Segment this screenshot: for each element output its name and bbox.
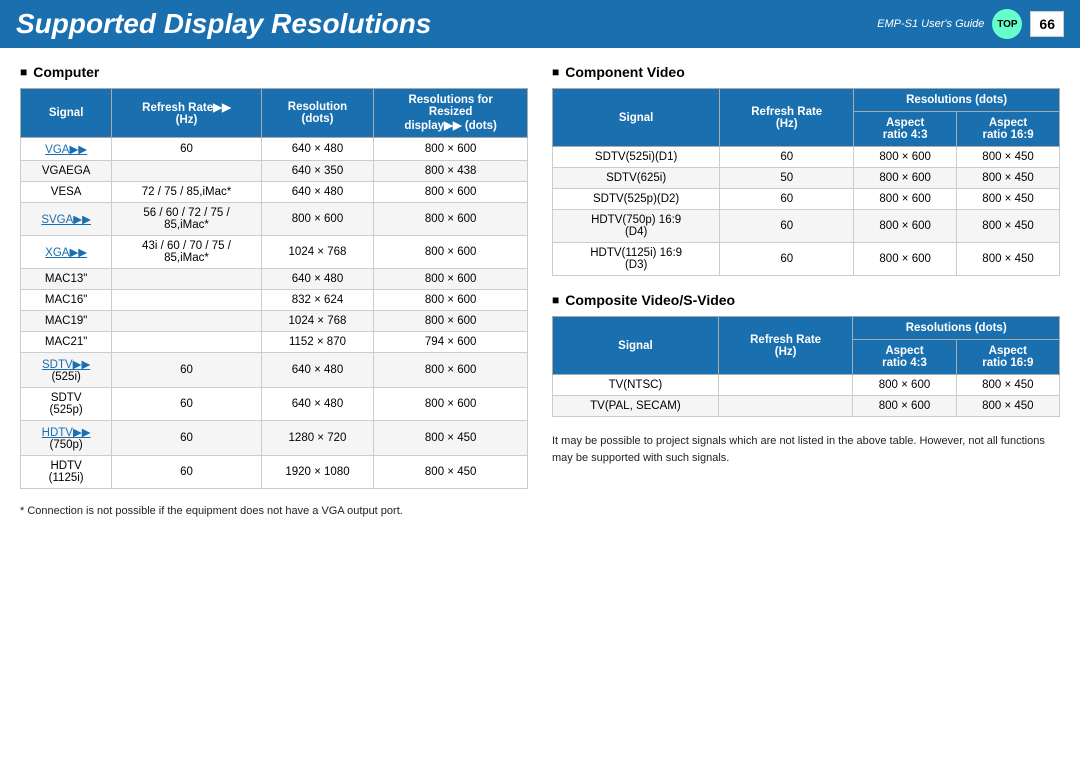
note-text: It may be possible to project signals wh… — [552, 433, 1060, 466]
comp2-col-signal: Signal — [553, 317, 719, 375]
table-row: SDTV(525i)(D1) 60 800 × 600 800 × 450 — [553, 147, 1060, 168]
col-refresh-rate: Refresh Rate▶▶(Hz) — [112, 89, 261, 138]
table-row: TV(NTSC) 800 × 600 800 × 450 — [553, 375, 1060, 396]
comp-col-hz: Refresh Rate(Hz) — [720, 89, 854, 147]
comp2-col-res-dots: Resolutions (dots) — [853, 317, 1060, 340]
sdtv-link[interactable]: SDTV▶▶ — [42, 359, 90, 371]
table-row: MAC16" 832 × 624 800 × 600 — [21, 290, 528, 311]
guide-label: EMP-S1 User's Guide — [877, 18, 984, 30]
table-row: HDTV▶▶(750p) 60 1280 × 720 800 × 450 — [21, 421, 528, 456]
table-row: XGA▶▶ 43i / 60 / 70 / 75 /85,iMac* 1024 … — [21, 236, 528, 269]
footnote: * Connection is not possible if the equi… — [20, 505, 528, 517]
computer-section-title: Computer — [20, 64, 528, 80]
vga-link[interactable]: VGA▶▶ — [45, 144, 87, 156]
component-section-title: Component Video — [552, 64, 1060, 80]
composite-section-title: Composite Video/S-Video — [552, 292, 1060, 308]
hdtv-link[interactable]: HDTV▶▶ — [42, 427, 91, 439]
table-row: SDTV▶▶(525i) 60 640 × 480 800 × 600 — [21, 353, 528, 388]
col-resized: Resolutions forResizeddisplay▶▶ (dots) — [374, 89, 528, 138]
top-badge[interactable]: TOP — [992, 9, 1022, 39]
table-row: SVGA▶▶ 56 / 60 / 72 / 75 /85,iMac* 800 ×… — [21, 203, 528, 236]
table-row: SDTV(525p)(D2) 60 800 × 600 800 × 450 — [553, 189, 1060, 210]
composite-table: Signal Refresh Rate(Hz) Resolutions (dot… — [552, 316, 1060, 417]
table-row: SDTV(525p) 60 640 × 480 800 × 600 — [21, 388, 528, 421]
table-row: TV(PAL, SECAM) 800 × 600 800 × 450 — [553, 396, 1060, 417]
xga-link[interactable]: XGA▶▶ — [45, 247, 87, 259]
table-row: VGA▶▶ 60 640 × 480 800 × 600 — [21, 138, 528, 161]
main-content: Computer Signal Refresh Rate▶▶(Hz) Resol… — [0, 48, 1080, 533]
header-right: EMP-S1 User's Guide TOP 66 — [877, 9, 1064, 39]
computer-table: Signal Refresh Rate▶▶(Hz) Resolution(dot… — [20, 88, 528, 489]
page-header: Supported Display Resolutions EMP-S1 Use… — [0, 0, 1080, 48]
comp2-col-ar43: Aspectratio 4:3 — [853, 340, 956, 375]
right-column: Component Video Signal Refresh Rate(Hz) … — [552, 64, 1060, 517]
component-table: Signal Refresh Rate(Hz) Resolutions (dot… — [552, 88, 1060, 276]
table-row: VGAEGA 640 × 350 800 × 438 — [21, 161, 528, 182]
table-row: HDTV(1125i) 60 1920 × 1080 800 × 450 — [21, 456, 528, 489]
comp-col-ar169: Aspectratio 16:9 — [957, 112, 1060, 147]
table-row: SDTV(625i) 50 800 × 600 800 × 450 — [553, 168, 1060, 189]
table-row: MAC19" 1024 × 768 800 × 600 — [21, 311, 528, 332]
table-row: HDTV(1125i) 16:9(D3) 60 800 × 600 800 × … — [553, 243, 1060, 276]
table-row: HDTV(750p) 16:9(D4) 60 800 × 600 800 × 4… — [553, 210, 1060, 243]
comp-col-signal: Signal — [553, 89, 720, 147]
svga-link[interactable]: SVGA▶▶ — [41, 214, 91, 226]
col-signal: Signal — [21, 89, 112, 138]
comp-col-ar43: Aspectratio 4:3 — [854, 112, 957, 147]
page-title: Supported Display Resolutions — [16, 8, 431, 40]
comp2-col-hz: Refresh Rate(Hz) — [718, 317, 853, 375]
page-number: 66 — [1030, 11, 1064, 37]
left-column: Computer Signal Refresh Rate▶▶(Hz) Resol… — [20, 64, 528, 517]
comp2-col-ar169: Aspectratio 16:9 — [956, 340, 1059, 375]
table-row: VESA 72 / 75 / 85,iMac* 640 × 480 800 × … — [21, 182, 528, 203]
col-resolution: Resolution(dots) — [261, 89, 374, 138]
comp-col-res-dots: Resolutions (dots) — [854, 89, 1060, 112]
table-row: MAC21" 1152 × 870 794 × 600 — [21, 332, 528, 353]
table-row: MAC13" 640 × 480 800 × 600 — [21, 269, 528, 290]
